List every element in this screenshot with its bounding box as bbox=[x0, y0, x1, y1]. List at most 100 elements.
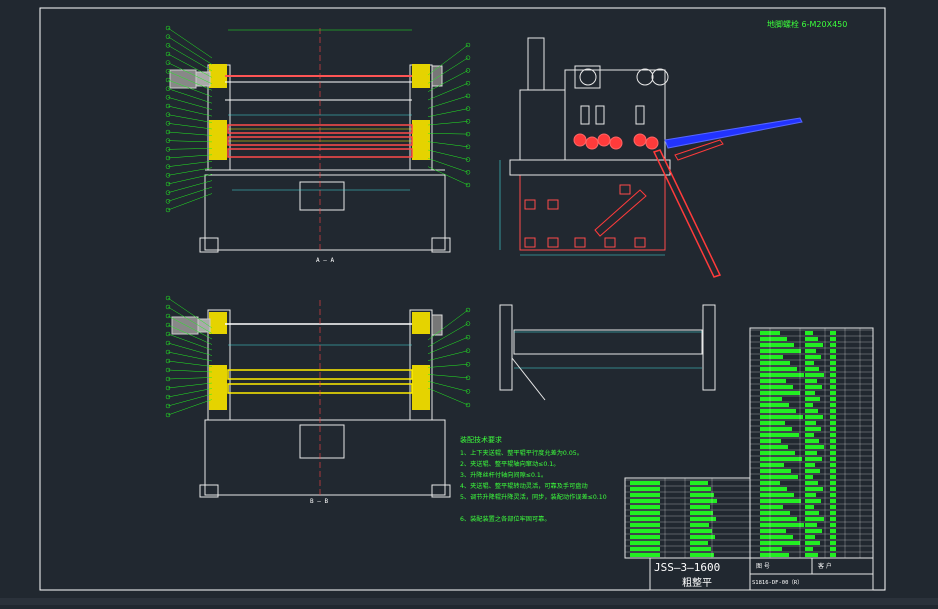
row-text bbox=[830, 469, 836, 473]
leader-lines-right bbox=[427, 42, 471, 188]
row-text bbox=[690, 535, 715, 539]
leader-line bbox=[167, 131, 213, 136]
row-text bbox=[830, 391, 836, 395]
notes-heading: 装配技术要求 bbox=[460, 435, 502, 444]
revision-rows bbox=[625, 478, 750, 558]
roll bbox=[609, 136, 623, 150]
base-cutouts bbox=[524, 184, 646, 248]
leader-line bbox=[427, 149, 469, 160]
sprocket bbox=[651, 68, 669, 86]
row-text bbox=[760, 463, 784, 467]
row-text bbox=[805, 457, 822, 461]
row-text bbox=[760, 511, 790, 515]
row-text bbox=[760, 391, 800, 395]
row-text bbox=[760, 343, 794, 347]
row-text bbox=[760, 517, 797, 521]
row-text bbox=[760, 505, 783, 509]
leader-line bbox=[167, 369, 213, 373]
leader-line bbox=[167, 342, 213, 356]
gearbox bbox=[519, 89, 566, 161]
sprocket bbox=[636, 68, 654, 86]
cad-viewport[interactable]: 地脚螺栓 6-M20X450 A — A B — B 装配技术要求 1、上下夹送… bbox=[0, 0, 938, 605]
leader-line bbox=[427, 95, 469, 109]
cutout bbox=[524, 237, 536, 248]
view-side bbox=[499, 37, 803, 278]
row-text bbox=[630, 553, 660, 557]
lower-bearing-right bbox=[412, 365, 430, 410]
roll bbox=[573, 133, 587, 147]
row-text bbox=[805, 517, 824, 521]
row-text bbox=[760, 415, 803, 419]
row-text bbox=[805, 343, 823, 347]
leader-line bbox=[427, 364, 469, 368]
leader-line bbox=[427, 387, 469, 406]
row-text bbox=[760, 499, 801, 503]
row-text bbox=[805, 337, 818, 341]
drawing-number: S1816-DF-00（R） bbox=[752, 579, 803, 586]
row-text bbox=[760, 397, 782, 401]
row-text bbox=[630, 487, 660, 491]
row-text bbox=[760, 421, 785, 425]
note-item: 1、上下夹送辊、整平辊平行度允差为0.05。 bbox=[460, 449, 583, 457]
row-text bbox=[805, 439, 819, 443]
row-text bbox=[690, 493, 714, 497]
row-text bbox=[760, 349, 801, 353]
row-text bbox=[760, 361, 790, 365]
row-text bbox=[630, 547, 660, 551]
view-b-front: B — B bbox=[165, 295, 471, 505]
cad-drawing: 地脚螺栓 6-M20X450 A — A B — B 装配技术要求 1、上下夹送… bbox=[0, 7, 938, 605]
row-text bbox=[805, 499, 821, 503]
cutout bbox=[547, 237, 559, 248]
row-text bbox=[830, 361, 836, 365]
motor bbox=[169, 69, 197, 89]
lift-cylinder bbox=[527, 37, 545, 91]
row-text bbox=[760, 337, 787, 341]
row-text bbox=[630, 511, 660, 515]
row-text bbox=[760, 547, 782, 551]
technical-notes: 装配技术要求 1、上下夹送辊、整平辊平行度允差为0.05。 2、夹送辊、整平辊轴… bbox=[460, 435, 607, 523]
leader-line bbox=[427, 374, 469, 379]
row-text bbox=[690, 511, 713, 515]
row-text bbox=[630, 529, 660, 533]
section-label-a: A — A bbox=[316, 257, 334, 264]
model-number: JSS—3—1600 bbox=[654, 561, 720, 574]
row-text bbox=[805, 421, 816, 425]
row-text bbox=[805, 445, 824, 449]
row-text bbox=[830, 445, 836, 449]
row-text bbox=[630, 493, 660, 497]
note-item: 5、调节升降辊升降灵活，同步，装配动作误差≤0.10 bbox=[460, 493, 607, 501]
row-text bbox=[690, 487, 711, 491]
row-text bbox=[805, 409, 818, 413]
row-text bbox=[805, 427, 821, 431]
base-window bbox=[299, 424, 345, 459]
roller-group bbox=[573, 105, 659, 150]
view-a-front: A — A bbox=[165, 25, 471, 264]
sprocket bbox=[579, 68, 597, 86]
leader-line bbox=[167, 399, 213, 416]
note-item: 4、夹送辊、整平辊转动灵活，可靠及手可盘动 bbox=[460, 482, 588, 490]
reducer bbox=[195, 71, 211, 87]
row-text bbox=[830, 355, 836, 359]
row-text bbox=[805, 481, 818, 485]
row-text bbox=[830, 499, 836, 503]
parts-list bbox=[749, 327, 874, 559]
handwheel bbox=[431, 65, 443, 87]
roll-support bbox=[595, 105, 605, 125]
leader-line bbox=[427, 108, 469, 117]
leader-line bbox=[167, 154, 213, 159]
row-text bbox=[830, 451, 836, 455]
row-text bbox=[760, 409, 796, 413]
row-text bbox=[630, 505, 660, 509]
leader-line bbox=[167, 105, 213, 117]
upper-bearing-right bbox=[412, 312, 430, 334]
row-text bbox=[805, 511, 819, 515]
leader-line bbox=[427, 381, 469, 392]
leader-line bbox=[167, 45, 213, 72]
note-item: 3、升降丝杆付轴向间隙≤0.1。 bbox=[460, 471, 547, 479]
row-text bbox=[805, 529, 822, 533]
row-text bbox=[690, 547, 711, 551]
bottom-scrollbar[interactable] bbox=[0, 598, 938, 605]
row-text bbox=[830, 415, 836, 419]
row-text bbox=[760, 403, 789, 407]
row-text bbox=[760, 439, 781, 443]
